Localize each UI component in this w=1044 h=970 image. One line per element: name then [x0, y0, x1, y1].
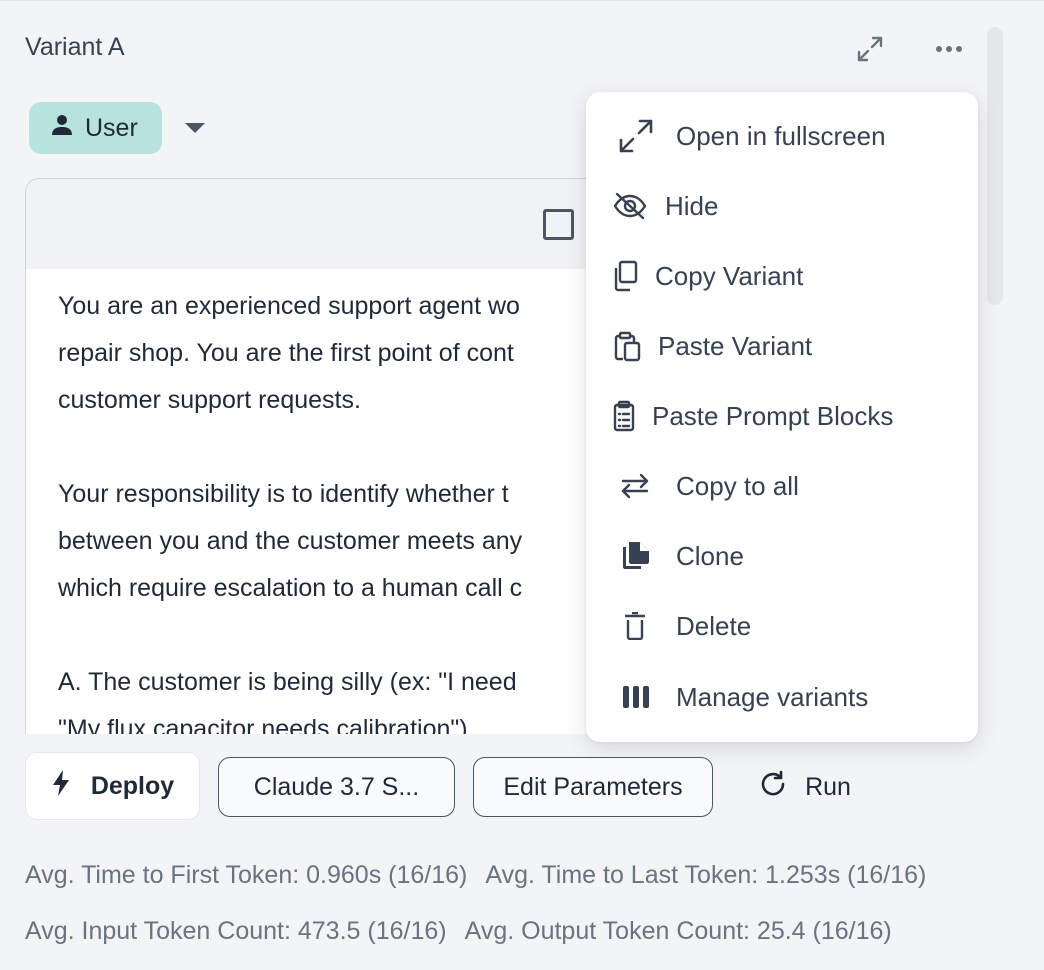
role-label: User: [85, 113, 138, 142]
menu-item-hide[interactable]: Hide: [586, 178, 978, 234]
prompt-blank-line: [58, 424, 624, 471]
menu-item-manage-variants[interactable]: Manage variants: [586, 669, 978, 725]
user-icon: [51, 114, 73, 143]
square-icon[interactable]: [543, 209, 574, 240]
clipboard-list-icon: [612, 400, 636, 432]
menu-item-label: Paste Variant: [658, 330, 813, 361]
prompt-line: which require escalation to a human call…: [58, 574, 523, 602]
edit-parameters-label: Edit Parameters: [503, 772, 683, 801]
role-selector[interactable]: User: [29, 102, 162, 154]
clone-file-icon: [622, 541, 650, 571]
menu-item-delete[interactable]: Delete: [586, 598, 978, 654]
prompt-text[interactable]: You are an experienced support agent wo …: [26, 269, 624, 734]
scrollbar-thumb[interactable]: [987, 27, 1003, 305]
stat-time-first-token: Avg. Time to First Token: 0.960s (16/16): [25, 861, 468, 889]
paste-icon: [612, 330, 642, 362]
menu-item-label: Clone: [676, 540, 744, 571]
menu-item-label: Delete: [676, 610, 752, 641]
prompt-editor[interactable]: You are an experienced support agent wo …: [25, 178, 625, 734]
edit-parameters-button[interactable]: Edit Parameters: [473, 757, 713, 817]
menu-item-copy-to-all[interactable]: Copy to all: [586, 458, 978, 514]
menu-item-copy-variant[interactable]: Copy Variant: [586, 248, 978, 304]
expand-icon[interactable]: [850, 29, 890, 69]
stat-output-tokens: Avg. Output Token Count: 25.4 (16/16): [464, 917, 892, 945]
more-horizontal-icon[interactable]: [929, 29, 969, 69]
stats-row-timing: Avg. Time to First Token: 0.960s (16/16)…: [25, 861, 926, 890]
menu-item-label: Paste Prompt Blocks: [652, 400, 894, 431]
copy-icon: [612, 260, 638, 292]
prompt-line: customer support requests.: [58, 386, 361, 414]
prompt-line: Your responsibility is to identify wheth…: [58, 480, 509, 508]
model-select-button[interactable]: Claude 3.7 S...: [218, 757, 455, 817]
run-button[interactable]: Run: [750, 757, 860, 817]
menu-item-label: Open in fullscreen: [676, 120, 886, 151]
menu-item-paste-variant[interactable]: Paste Variant: [586, 318, 978, 374]
stats-row-tokens: Avg. Input Token Count: 473.5 (16/16) Avg…: [25, 917, 892, 946]
arrows-left-right-icon: [620, 473, 650, 499]
prompt-line: A. The customer is being silly (ex: "I n…: [58, 668, 517, 696]
stat-input-tokens: Avg. Input Token Count: 473.5 (16/16): [25, 917, 447, 945]
chevron-down-icon[interactable]: [180, 116, 210, 140]
trash-icon: [624, 612, 646, 640]
eye-off-icon: [612, 191, 648, 221]
model-label: Claude 3.7 S...: [253, 772, 420, 801]
menu-item-label: Hide: [665, 190, 719, 221]
prompt-line: "My flux capacitor needs calibration"): [58, 715, 468, 734]
prompt-line: between you and the customer meets any: [58, 527, 523, 555]
columns-icon: [622, 685, 650, 709]
variant-options-menu: Open in fullscreen Hide Copy Variant Pas…: [586, 92, 978, 742]
deploy-button[interactable]: Deploy: [25, 752, 200, 820]
refresh-icon: [759, 770, 787, 805]
lightning-icon: [51, 769, 71, 804]
run-label: Run: [805, 772, 851, 801]
menu-item-open-fullscreen[interactable]: Open in fullscreen: [586, 108, 978, 164]
prompt-blank-line: [58, 612, 624, 659]
variant-title: Variant A: [25, 33, 125, 61]
menu-item-paste-prompt-blocks[interactable]: Paste Prompt Blocks: [586, 388, 978, 444]
top-divider: [0, 0, 1044, 1]
menu-item-label: Copy Variant: [655, 260, 804, 291]
prompt-line: You are an experienced support agent wo: [58, 292, 520, 320]
deploy-label: Deploy: [90, 771, 175, 800]
prompt-toolbar: [26, 179, 624, 269]
stat-time-last-token: Avg. Time to Last Token: 1.253s (16/16): [485, 861, 927, 889]
menu-item-label: Copy to all: [676, 470, 799, 501]
expand-icon: [618, 118, 654, 154]
menu-item-label: Manage variants: [676, 681, 869, 712]
prompt-line: repair shop. You are the first point of …: [58, 339, 514, 367]
menu-item-clone[interactable]: Clone: [586, 528, 978, 584]
